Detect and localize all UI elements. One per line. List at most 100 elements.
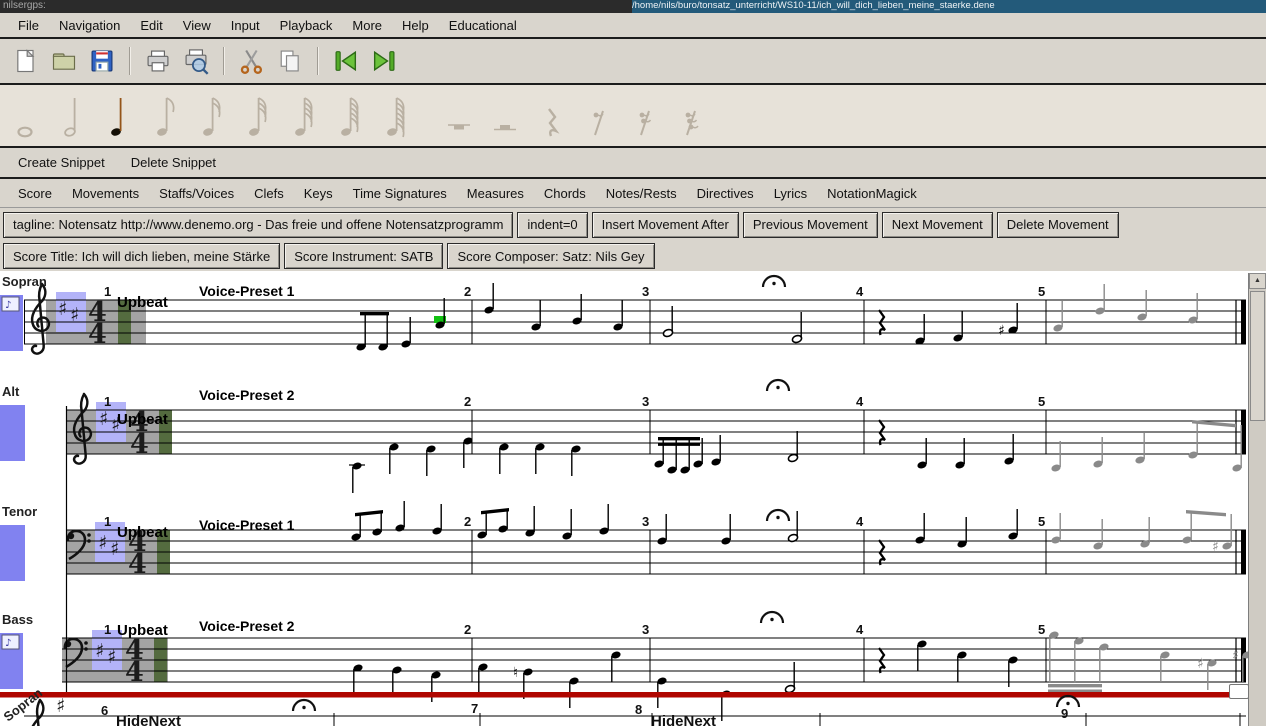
menu-more[interactable]: More: [342, 18, 392, 33]
menu2-score[interactable]: Score: [8, 186, 62, 201]
half-rest-icon: [484, 89, 530, 143]
quarter-note-icon: [102, 89, 148, 143]
button-score-composer-satz-nils-gey[interactable]: Score Composer: Satz: Nils Gey: [447, 243, 654, 269]
svg-text:♯: ♯: [70, 304, 79, 326]
menu2-measures[interactable]: Measures: [457, 186, 534, 201]
whole-rest-button[interactable]: [438, 89, 484, 143]
open-folder-button[interactable]: [46, 43, 82, 79]
svg-text:Upbeat: Upbeat: [117, 622, 168, 639]
print-icon: [144, 47, 172, 75]
copy-button[interactable]: [272, 43, 308, 79]
menu2-keys[interactable]: Keys: [294, 186, 343, 201]
sixteenth-note-button[interactable]: [194, 89, 240, 143]
scroll-up-button[interactable]: ▲: [1249, 273, 1266, 289]
menu2-chords[interactable]: Chords: [534, 186, 596, 201]
snippet-delete-snippet[interactable]: Delete Snippet: [125, 155, 222, 170]
menu2-movements[interactable]: Movements: [62, 186, 149, 201]
whole-note-button[interactable]: [10, 89, 56, 143]
menu-file[interactable]: File: [8, 18, 49, 33]
button-indent-0[interactable]: indent=0: [517, 212, 587, 238]
button-next-movement[interactable]: Next Movement: [882, 212, 993, 238]
cut-icon: [238, 47, 266, 75]
svg-text:4: 4: [88, 319, 107, 350]
scrollbar-track[interactable]: [1249, 290, 1266, 726]
score-canvas[interactable]: ♪♯♯44Sopran1UpbeatVoice-Preset 12345♯♯♯4…: [0, 271, 1266, 726]
menu-help[interactable]: Help: [392, 18, 439, 33]
svg-text:5: 5: [1038, 394, 1045, 409]
thirtysecond-note-button[interactable]: [240, 89, 286, 143]
menu2-time-signatures[interactable]: Time Signatures: [343, 186, 457, 201]
go-first-button[interactable]: [328, 43, 364, 79]
menu-playback[interactable]: Playback: [270, 18, 343, 33]
menu2-notationmagick[interactable]: NotationMagick: [817, 186, 927, 201]
print-preview-icon: [182, 47, 210, 75]
menu2-directives[interactable]: Directives: [687, 186, 764, 201]
svg-text:HideNext: HideNext: [651, 713, 716, 726]
thirtysecond-rest-button[interactable]: [668, 89, 714, 143]
staff-alt[interactable]: ♯♯44Alt1UpbeatVoice-Preset 22345: [0, 380, 1246, 493]
menu2-staffs-voices[interactable]: Staffs/Voices: [149, 186, 244, 201]
cut-button[interactable]: [234, 43, 270, 79]
svg-text:♪: ♪: [5, 638, 11, 649]
eighth-rest-icon: [576, 89, 622, 143]
movement-button-row: tagline: Notensatz http://www.denemo.org…: [0, 208, 1266, 241]
print-button[interactable]: [140, 43, 176, 79]
svg-text:3: 3: [642, 284, 649, 299]
sixtyfourth-note-icon: [286, 89, 332, 143]
corner-grip[interactable]: [1229, 684, 1249, 699]
onetwentyeighth-note-button[interactable]: [332, 89, 378, 143]
half-note-button[interactable]: [56, 89, 102, 143]
svg-text:4: 4: [125, 657, 144, 688]
svg-text:5: 5: [1038, 622, 1045, 637]
svg-text:5: 5: [1038, 284, 1045, 299]
eighth-rest-button[interactable]: [576, 89, 622, 143]
menu-input[interactable]: Input: [221, 18, 270, 33]
button-previous-movement[interactable]: Previous Movement: [743, 212, 878, 238]
music-notation[interactable]: ♪♯♯44Sopran1UpbeatVoice-Preset 12345♯♯♯4…: [0, 271, 1248, 726]
sixteenth-rest-button[interactable]: [622, 89, 668, 143]
save-button[interactable]: [84, 43, 120, 79]
staff-sopran[interactable]: ♪♯♯44Sopran1UpbeatVoice-Preset 12345♯: [0, 274, 1246, 354]
menu2-notes-rests[interactable]: Notes/Rests: [596, 186, 687, 201]
button-tagline-notensatz-http-www-denemo-org-da[interactable]: tagline: Notensatz http://www.denemo.org…: [3, 212, 513, 238]
svg-text:7: 7: [471, 701, 478, 716]
go-last-button[interactable]: [366, 43, 402, 79]
scrollbar-thumb[interactable]: [1250, 291, 1265, 421]
go-last-icon: [370, 47, 398, 75]
twofiftysixth-note-button[interactable]: [378, 89, 424, 143]
button-score-instrument-satb[interactable]: Score Instrument: SATB: [284, 243, 443, 269]
svg-text:♯: ♯: [998, 323, 1005, 339]
score-info-button-row: Score Title: Ich will dich lieben, meine…: [0, 241, 1266, 271]
svg-text:Upbeat: Upbeat: [117, 294, 168, 311]
menu-navigation[interactable]: Navigation: [49, 18, 130, 33]
svg-text:Voice-Preset 1: Voice-Preset 1: [199, 517, 295, 533]
new-document-icon: [12, 47, 40, 75]
sixtyfourth-note-button[interactable]: [286, 89, 332, 143]
menu-edit[interactable]: Edit: [130, 18, 172, 33]
quarter-note-button[interactable]: [102, 89, 148, 143]
half-rest-button[interactable]: [484, 89, 530, 143]
svg-text:♯: ♯: [1212, 539, 1219, 555]
svg-text:Upbeat: Upbeat: [117, 524, 168, 541]
open-folder-icon: [50, 47, 78, 75]
eighth-note-icon: [148, 89, 194, 143]
menu2-clefs[interactable]: Clefs: [244, 186, 294, 201]
half-note-icon: [56, 89, 102, 143]
svg-text:2: 2: [464, 284, 471, 299]
quarter-rest-button[interactable]: [530, 89, 576, 143]
eighth-note-button[interactable]: [148, 89, 194, 143]
staff-bass[interactable]: ♪♯♯44Bass1UpbeatVoice-Preset 22345♮♯♯: [0, 612, 1248, 721]
snippet-create-snippet[interactable]: Create Snippet: [12, 155, 111, 170]
button-delete-movement[interactable]: Delete Movement: [997, 212, 1119, 238]
button-insert-movement-after[interactable]: Insert Movement After: [592, 212, 739, 238]
svg-text:♯: ♯: [107, 646, 116, 668]
staff-tenor[interactable]: ♯♯44Tenor1UpbeatVoice-Preset 12345♯: [0, 501, 1246, 581]
menu-educational[interactable]: Educational: [439, 18, 527, 33]
vertical-scrollbar[interactable]: ▲: [1248, 273, 1266, 726]
new-document-button[interactable]: [8, 43, 44, 79]
print-preview-button[interactable]: [178, 43, 214, 79]
menu2-lyrics[interactable]: Lyrics: [764, 186, 817, 201]
menu-view[interactable]: View: [173, 18, 221, 33]
object-menu-bar: ScoreMovementsStaffs/VoicesClefsKeysTime…: [0, 179, 1266, 208]
button-score-title-ich-will-dich-lieben-meine-s[interactable]: Score Title: Ich will dich lieben, meine…: [3, 243, 280, 269]
